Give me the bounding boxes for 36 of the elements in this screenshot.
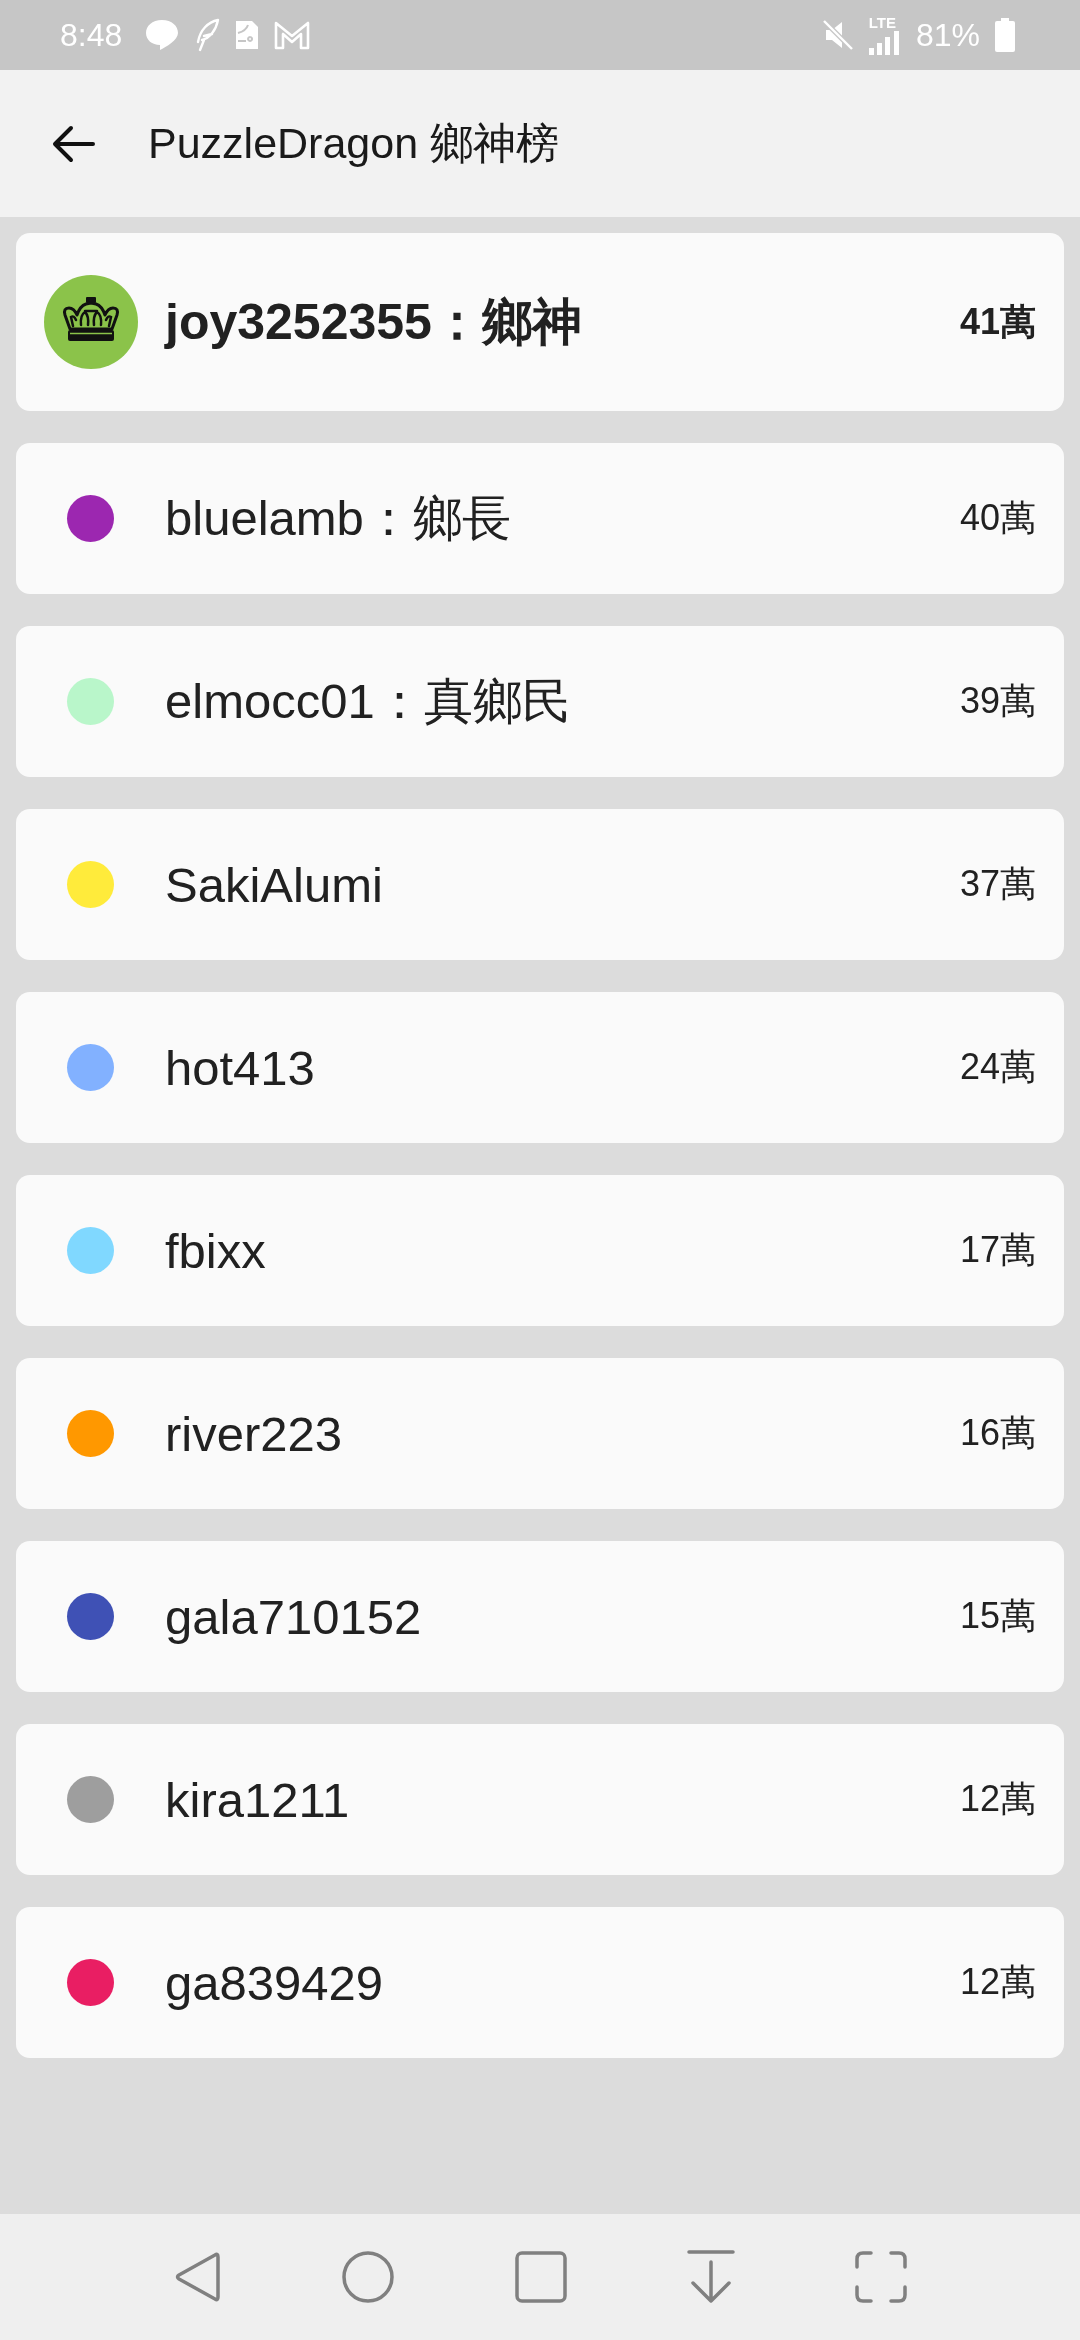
page-title: PuzzleDragon 鄉神榜 bbox=[148, 117, 560, 169]
player-name: kira1211 bbox=[165, 1771, 351, 1828]
score-label: 41萬 bbox=[959, 299, 1036, 344]
player-name: joy3252355：鄉神 bbox=[165, 292, 583, 352]
score-label: 39萬 bbox=[959, 679, 1036, 723]
player-name: SakiAlumi bbox=[165, 856, 384, 913]
fullscreen-icon[interactable] bbox=[855, 2251, 907, 2303]
download-arrow-icon[interactable] bbox=[687, 2250, 735, 2304]
mute-icon bbox=[821, 19, 854, 51]
score-label: 40萬 bbox=[959, 496, 1036, 540]
mail-icon bbox=[274, 20, 311, 50]
chat-bubble-icon bbox=[144, 18, 181, 52]
player-name: bluelamb：鄉長 bbox=[165, 489, 512, 547]
score-label: 12萬 bbox=[959, 1960, 1036, 2004]
player-name: fbixx bbox=[165, 1222, 267, 1279]
player-name: ga839429 bbox=[165, 1954, 384, 2011]
network-label: LTE bbox=[868, 15, 896, 30]
back-icon[interactable] bbox=[52, 124, 95, 163]
battery-icon bbox=[994, 18, 1016, 52]
home-icon[interactable] bbox=[341, 2250, 395, 2304]
score-label: 16萬 bbox=[959, 1411, 1036, 1455]
score-label: 24萬 bbox=[959, 1045, 1036, 1089]
score-label: 15萬 bbox=[959, 1594, 1036, 1638]
score-label: 37萬 bbox=[959, 862, 1036, 906]
player-name: gala710152 bbox=[165, 1588, 423, 1645]
battery-percent: 81% bbox=[915, 16, 980, 54]
score-label: 12萬 bbox=[959, 1777, 1036, 1821]
player-name: hot413 bbox=[165, 1039, 316, 1096]
document-icon bbox=[234, 19, 261, 51]
clock-time: 8:48 bbox=[60, 16, 123, 54]
player-name: elmocc01：真鄉民 bbox=[165, 672, 572, 730]
feather-icon bbox=[194, 18, 221, 52]
score-label: 17萬 bbox=[959, 1228, 1036, 1272]
recents-icon[interactable] bbox=[515, 2251, 567, 2303]
signal-icon bbox=[867, 31, 902, 55]
player-name: river223 bbox=[165, 1405, 344, 1462]
